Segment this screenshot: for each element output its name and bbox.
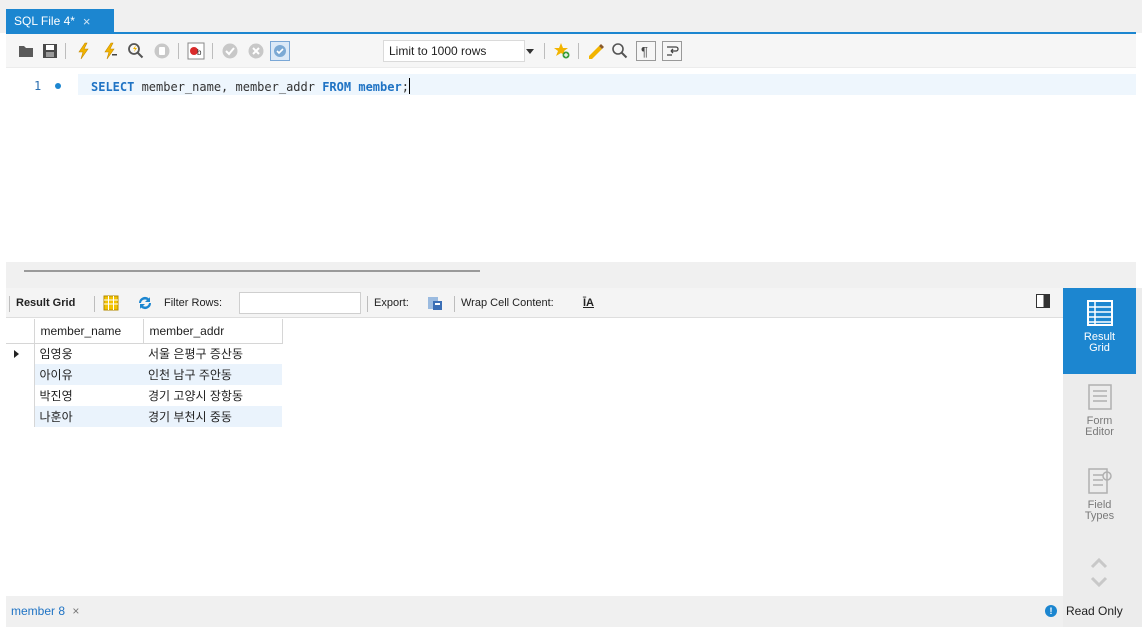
chevron-down-icon[interactable] — [526, 49, 534, 54]
result-grid-label[interactable]: Result Grid — [16, 297, 75, 309]
grid-layout-icon[interactable] — [102, 294, 120, 312]
export-icon[interactable] — [426, 294, 444, 312]
commit-icon[interactable] — [220, 41, 240, 61]
svg-text:¶: ¶ — [641, 44, 648, 59]
form-editor-icon — [1087, 384, 1112, 410]
bookmark-icon[interactable] — [552, 41, 572, 61]
table-cell[interactable]: 아이유 — [34, 364, 143, 385]
info-icon: ! — [1045, 605, 1057, 617]
toolbar-separator — [544, 43, 545, 59]
toolbar-separator — [212, 43, 213, 59]
editor-tab-strip: SQL File 4* × — [0, 0, 1142, 33]
result-tab-member[interactable]: member 8 × — [11, 604, 79, 618]
tab-close-icon[interactable]: × — [83, 14, 91, 29]
autocommit-icon[interactable] — [270, 41, 290, 61]
table-cell[interactable]: 경기 부천시 중동 — [143, 406, 282, 427]
toolbar-separator — [367, 296, 368, 312]
stop-icon[interactable] — [152, 41, 172, 61]
row-header[interactable] — [6, 385, 35, 406]
open-folder-icon[interactable] — [16, 41, 36, 61]
form-editor-button[interactable]: Form Editor — [1063, 382, 1136, 458]
row-header[interactable] — [6, 364, 35, 385]
field-types-caption: Field Types — [1084, 499, 1115, 522]
filter-rows-input[interactable] — [239, 292, 361, 314]
refresh-icon[interactable] — [136, 294, 154, 312]
table-row[interactable]: 나훈아 경기 부천시 중동 — [6, 406, 282, 427]
result-tab-label: member 8 — [11, 604, 66, 618]
table-cell[interactable]: 인천 남구 주안동 — [143, 364, 282, 385]
column-header[interactable]: member_name — [34, 319, 144, 344]
table-cell[interactable]: 서울 은평구 증산동 — [143, 343, 282, 364]
toolbar-separator — [454, 296, 455, 312]
table-cell[interactable]: 박진영 — [34, 385, 143, 406]
tab-title: SQL File 4* — [14, 14, 75, 28]
table-row[interactable]: 아이유 인천 남구 주안동 — [6, 364, 282, 385]
table-cell[interactable]: 나훈아 — [34, 406, 143, 427]
sql-editor-toolbar: b Limit to 1000 rows ¶ — [6, 34, 1136, 68]
row-header[interactable] — [6, 406, 35, 427]
field-types-icon — [1087, 468, 1112, 494]
wrap-cell-icon[interactable]: ĪA — [583, 297, 594, 309]
toolbar-separator — [578, 43, 579, 59]
current-row-arrow-icon — [14, 349, 19, 358]
workbench-window: SQL File 4* × b Limit to 1000 rows ¶ 1 S… — [0, 0, 1142, 627]
horizontal-scrollbar[interactable] — [24, 270, 480, 272]
table-cell[interactable]: 임영웅 — [34, 343, 143, 364]
sql-code-line[interactable]: SELECT member_name, member_addr FROM mem… — [91, 78, 410, 94]
column-header[interactable]: member_addr — [143, 319, 283, 344]
toolbar-separator — [94, 296, 95, 312]
table-row[interactable]: 박진영 경기 고양시 장항동 — [6, 385, 282, 406]
panel-toggle-icon[interactable] — [1036, 294, 1050, 308]
find-icon[interactable] — [610, 41, 630, 61]
sql-keyword: SELECT — [91, 80, 135, 94]
read-only-label: Read Only — [1066, 604, 1123, 618]
result-toolbar: Result Grid Filter Rows: Export: Wrap Ce… — [6, 288, 1063, 318]
row-header[interactable] — [6, 343, 35, 364]
table-cell[interactable]: 경기 고양시 장항동 — [143, 385, 282, 406]
editor-splitter[interactable] — [6, 262, 1136, 288]
result-grid-caption: Result Grid — [1083, 331, 1116, 354]
svg-text:b: b — [197, 48, 202, 57]
result-grid[interactable]: member_name member_addr 임영웅 서울 은평구 증산동 아… — [6, 319, 1063, 596]
toolbar-separator — [178, 43, 179, 59]
result-side-panel: Result Grid Form Editor Field Types — [1063, 288, 1142, 627]
sql-keyword: FROM — [322, 80, 352, 94]
tab-sql-file[interactable]: SQL File 4* × — [6, 9, 114, 33]
sql-text: member_name, member_addr — [134, 80, 323, 94]
save-icon[interactable] — [40, 41, 60, 61]
chevron-down-icon[interactable] — [1089, 571, 1109, 591]
row-header-corner — [6, 319, 35, 344]
export-label: Export: — [374, 297, 409, 309]
result-tabs-bar: member 8 × — [6, 596, 1063, 627]
filter-rows-label: Filter Rows: — [164, 297, 223, 309]
line-gutter: 1 — [6, 69, 78, 262]
invisible-chars-icon[interactable]: ¶ — [636, 41, 656, 61]
toggle-error-icon[interactable]: b — [186, 41, 206, 61]
rollback-icon[interactable] — [246, 41, 266, 61]
limit-rows-select[interactable]: Limit to 1000 rows — [383, 40, 525, 62]
wrap-cell-label: Wrap Cell Content: — [461, 297, 554, 309]
sql-editor[interactable]: 1 SELECT member_name, member_addr FROM m… — [6, 69, 1136, 262]
limit-rows-value: Limit to 1000 rows — [389, 44, 487, 58]
sql-identifier: member — [358, 80, 402, 94]
read-only-status: ! Read Only — [1045, 604, 1123, 618]
beautify-icon[interactable] — [586, 41, 606, 61]
form-editor-caption: Form Editor — [1085, 415, 1114, 438]
statement-marker-icon — [55, 83, 61, 89]
result-grid-button[interactable]: Result Grid — [1063, 288, 1136, 374]
line-number: 1 — [34, 79, 42, 93]
word-wrap-icon[interactable] — [662, 41, 682, 61]
execute-icon[interactable] — [74, 41, 94, 61]
sql-text: ; — [401, 80, 409, 94]
result-grid-icon — [1086, 300, 1113, 326]
result-tab-close-icon[interactable]: × — [72, 604, 79, 618]
toolbar-separator — [65, 43, 66, 59]
toolbar-separator — [9, 296, 10, 312]
execute-current-icon[interactable] — [100, 41, 120, 61]
table-row[interactable]: 임영웅 서울 은평구 증산동 — [6, 343, 282, 364]
text-cursor — [408, 78, 410, 94]
field-types-button[interactable]: Field Types — [1063, 466, 1136, 542]
result-table: member_name member_addr 임영웅 서울 은평구 증산동 아… — [6, 319, 283, 427]
explain-icon[interactable] — [126, 41, 146, 61]
